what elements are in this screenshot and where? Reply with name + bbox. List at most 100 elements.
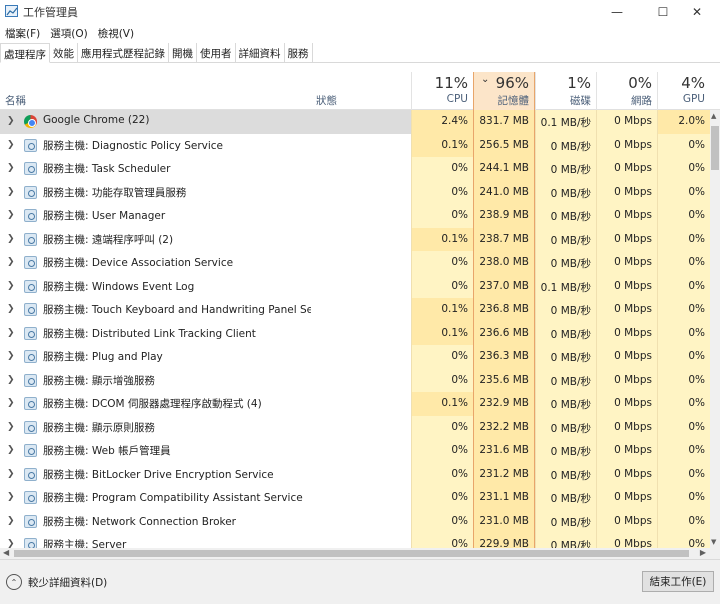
expand-chevron-icon[interactable]: ❯: [7, 492, 15, 502]
menu-view[interactable]: 檢視(V): [93, 24, 139, 42]
expand-chevron-icon[interactable]: ❯: [7, 351, 15, 361]
tab-startup[interactable]: 開機: [169, 43, 197, 62]
close-button[interactable]: ✕: [674, 0, 720, 24]
process-row[interactable]: ❯ 服務主機: DCOM 伺服器處理程序啟動程式 (4) 0.1% 232.9 MB 0…: [0, 392, 710, 416]
expand-chevron-icon[interactable]: ❯: [7, 234, 15, 244]
column-gpu[interactable]: 4% GPU: [657, 72, 710, 110]
gpu-value: 0%: [657, 298, 710, 322]
network-value: 0 Mbps: [596, 251, 657, 275]
gpu-value: 0%: [657, 439, 710, 463]
process-row[interactable]: ❯ 服務主機: Distributed Link Tracking Client 0…: [0, 321, 710, 345]
process-row[interactable]: ❯ 服務主機: User Manager 0% 238.9 MB 0 MB/秒 0 Mbp…: [0, 204, 710, 228]
expand-chevron-icon[interactable]: ❯: [7, 539, 15, 548]
process-row[interactable]: ❯ 服務主機: 顯示原則服務 0% 232.2 MB 0 MB/秒 0 Mbps 0%: [0, 415, 710, 439]
network-value: 0 Mbps: [596, 533, 657, 548]
process-row[interactable]: ❯ 服務主機: Device Association Service 0% 238.0…: [0, 251, 710, 275]
expand-chevron-icon[interactable]: ❯: [7, 304, 15, 314]
process-name: 服務主機: 顯示增強服務: [43, 374, 155, 387]
expand-chevron-icon[interactable]: ❯: [7, 398, 15, 408]
process-row[interactable]: ❯ 服務主機: BitLocker Drive Encryption Servic…: [0, 462, 710, 486]
fewer-details-label: 較少詳細資料(D): [28, 576, 108, 589]
tab-services[interactable]: 服務: [285, 43, 313, 62]
disk-value: 0 MB/秒: [535, 251, 596, 275]
fewer-details-button[interactable]: ⌃ 較少詳細資料(D): [6, 573, 107, 591]
process-row[interactable]: ❯ 服務主機: Network Connection Broker 0% 231.0 …: [0, 509, 710, 533]
disk-value: 0 MB/秒: [535, 345, 596, 369]
menu-file[interactable]: 檔案(F): [0, 24, 45, 42]
process-row[interactable]: ❯ 服務主機: 功能存取管理員服務 0% 241.0 MB 0 MB/秒 0 Mbps 0%: [0, 180, 710, 204]
expand-chevron-icon[interactable]: ❯: [7, 445, 15, 455]
vertical-scroll-thumb[interactable]: [711, 126, 719, 170]
tab-processes[interactable]: 處理程序: [0, 43, 50, 63]
gpu-value: 0%: [657, 462, 710, 486]
cpu-value: 0%: [411, 368, 473, 392]
menu-bar: 檔案(F) 選項(O) 檢視(V): [0, 24, 720, 42]
expand-chevron-icon[interactable]: ❯: [7, 516, 15, 526]
column-disk[interactable]: 1% 磁碟: [535, 72, 596, 110]
gpu-label: GPU: [682, 93, 705, 105]
gpu-value: 0%: [657, 415, 710, 439]
expand-chevron-icon[interactable]: ❯: [7, 116, 15, 126]
memory-value: 229.9 MB: [473, 533, 535, 548]
process-row[interactable]: ❯ 服務主機: Web 帳戶管理員 0% 231.6 MB 0 MB/秒 0 Mbps 0%: [0, 439, 710, 463]
expand-chevron-icon[interactable]: ❯: [7, 328, 15, 338]
tab-performance[interactable]: 效能: [50, 43, 78, 62]
column-network[interactable]: 0% 網路: [596, 72, 657, 110]
process-row[interactable]: ❯ 服務主機: Server 0% 229.9 MB 0 MB/秒 0 Mbps 0%: [0, 533, 710, 548]
scroll-right-icon[interactable]: ▶: [700, 548, 706, 557]
process-name: 服務主機: Plug and Play: [43, 351, 163, 363]
process-row[interactable]: ❯ 服務主機: 顯示增強服務 0% 235.6 MB 0 MB/秒 0 Mbps 0%: [0, 368, 710, 392]
process-row[interactable]: ❯ 服務主機: Plug and Play 0% 236.3 MB 0 MB/秒 0 Mb…: [0, 345, 710, 369]
expand-chevron-icon[interactable]: ❯: [7, 163, 15, 173]
process-row[interactable]: ❯ 服務主機: Task Scheduler 0% 244.1 MB 0 MB/秒 0 M…: [0, 157, 710, 181]
scroll-left-icon[interactable]: ◀: [3, 548, 9, 557]
process-row[interactable]: ❯ 服務主機: Touch Keyboard and Handwriting Pa…: [0, 298, 710, 322]
scroll-corner: [710, 548, 720, 559]
column-name[interactable]: 名稱: [5, 93, 26, 108]
disk-value: 0 MB/秒: [535, 204, 596, 228]
scroll-down-icon[interactable]: ▼: [711, 538, 716, 546]
service-gear-icon: [24, 209, 37, 222]
expand-chevron-icon[interactable]: ❯: [7, 375, 15, 385]
menu-options[interactable]: 選項(O): [45, 24, 92, 42]
minimize-button[interactable]: —: [594, 0, 640, 24]
expand-chevron-icon[interactable]: ❯: [7, 281, 15, 291]
process-row[interactable]: ❯ 服務主機: Diagnostic Policy Service 0.1% 256.…: [0, 133, 710, 157]
scroll-up-icon[interactable]: ▲: [711, 112, 716, 120]
process-row[interactable]: ❯ 服務主機: Program Compatibility Assistant S…: [0, 486, 710, 510]
service-gear-icon: [24, 373, 37, 387]
column-memory[interactable]: ⌄ 96% 記憶體: [473, 72, 535, 110]
expand-chevron-icon[interactable]: ❯: [7, 422, 15, 432]
end-task-button[interactable]: 結束工作(E): [642, 571, 714, 592]
title-bar: 工作管理員 — ☐ ✕: [0, 0, 720, 24]
expand-chevron-icon[interactable]: ❯: [7, 140, 15, 150]
disk-value: 0 MB/秒: [535, 439, 596, 463]
expand-chevron-icon[interactable]: ❯: [7, 469, 15, 479]
network-value: 0 Mbps: [596, 157, 657, 181]
tab-users[interactable]: 使用者: [197, 43, 236, 62]
expand-chevron-icon[interactable]: ❯: [7, 257, 15, 267]
network-value: 0 Mbps: [596, 227, 657, 251]
task-manager-icon: [5, 5, 18, 17]
tab-app-history[interactable]: 應用程式歷程記錄: [78, 43, 169, 62]
network-label: 網路: [631, 95, 652, 107]
column-cpu[interactable]: 11% CPU: [411, 72, 473, 110]
tab-details[interactable]: 詳細資料: [236, 43, 285, 62]
horizontal-scroll-thumb[interactable]: [14, 550, 689, 557]
memory-value: 231.6 MB: [473, 439, 535, 463]
process-name: 服務主機: Web 帳戶管理員: [43, 445, 171, 457]
process-name: 服務主機: 功能存取管理員服務: [43, 186, 187, 199]
column-status[interactable]: 狀態: [316, 93, 337, 108]
process-row[interactable]: ❯ 服務主機: 遠端程序呼叫 (2) 0.1% 238.7 MB 0 MB/秒 0 Mbp…: [0, 227, 710, 251]
process-name: 服務主機: Windows Event Log: [43, 280, 195, 293]
footer-bar: ⌃ 較少詳細資料(D) 結束工作(E): [0, 559, 720, 604]
window-title: 工作管理員: [23, 6, 78, 19]
process-row[interactable]: ❯ Google Chrome (22) 2.4% 831.7 MB 0.1 MB/秒 0…: [0, 110, 710, 134]
process-row[interactable]: ❯ 服務主機: Windows Event Log 0% 237.0 MB 0.1 MB…: [0, 274, 710, 298]
horizontal-scrollbar[interactable]: ◀ ▶: [0, 548, 710, 559]
expand-chevron-icon[interactable]: ❯: [7, 210, 15, 220]
disk-value: 0.1 MB/秒: [535, 274, 596, 298]
vertical-scrollbar[interactable]: ▲ ▼: [710, 110, 720, 548]
expand-chevron-icon[interactable]: ❯: [7, 187, 15, 197]
process-name: 服務主機: Task Scheduler: [43, 163, 171, 175]
